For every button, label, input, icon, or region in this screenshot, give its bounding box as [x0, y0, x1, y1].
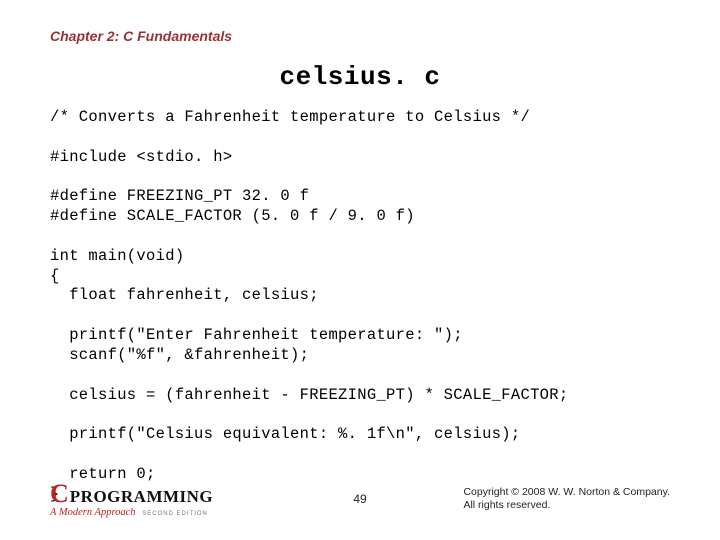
code-listing: /* Converts a Fahrenheit temperature to …: [50, 108, 670, 505]
footer: C PROGRAMMING A Modern Approach SECOND E…: [50, 481, 670, 519]
copyright-line-1: Copyright © 2008 W. W. Norton & Company.: [463, 486, 670, 500]
copyright-notice: Copyright © 2008 W. W. Norton & Company.…: [463, 486, 670, 513]
logo-c-letter: C: [50, 481, 69, 507]
logo-modern-approach: A Modern Approach: [50, 507, 136, 518]
logo-top-row: C PROGRAMMING: [50, 481, 213, 507]
page-number: 49: [353, 492, 366, 506]
book-logo: C PROGRAMMING A Modern Approach SECOND E…: [50, 481, 213, 519]
logo-programming-text: PROGRAMMING: [70, 488, 213, 505]
page-title: celsius. c: [50, 62, 670, 92]
logo-subtitle: A Modern Approach SECOND EDITION: [50, 508, 213, 519]
logo-edition: SECOND EDITION: [142, 511, 208, 517]
copyright-line-2: All rights reserved.: [463, 499, 670, 513]
chapter-heading: Chapter 2: C Fundamentals: [50, 28, 670, 44]
